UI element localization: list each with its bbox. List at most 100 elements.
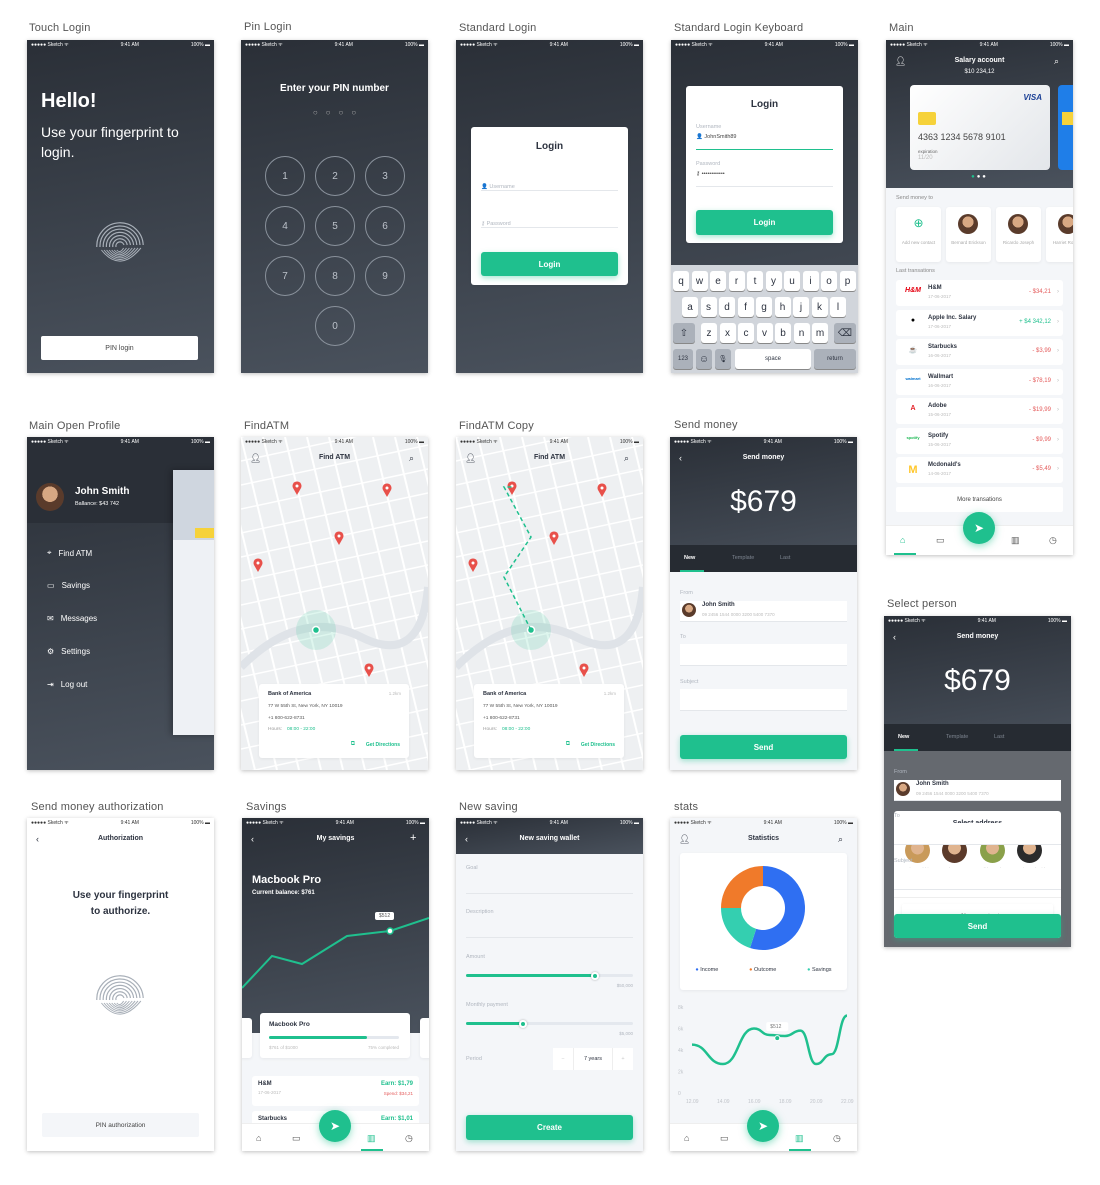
pin-key-1[interactable]: 1 xyxy=(265,156,305,196)
pin-key-5[interactable]: 5 xyxy=(315,206,355,246)
more-transactions-button[interactable]: More transations xyxy=(896,487,1063,512)
atm-info-card[interactable]: Bank of America 1.2km 77 W 55th St, New Yo… xyxy=(259,684,409,758)
nav-clock-icon[interactable]: ◷ xyxy=(833,1133,841,1144)
send-button[interactable]: Send xyxy=(680,735,847,759)
transaction-row[interactable]: M Mcdonald's 14-06-2017 - $5,49 › xyxy=(896,457,1063,483)
key-w[interactable]: w xyxy=(691,271,708,291)
avatar[interactable] xyxy=(36,483,64,511)
key-m[interactable]: m xyxy=(812,323,828,343)
pin-key-7[interactable]: 7 xyxy=(265,256,305,296)
mic-key[interactable]: 🎙︎ xyxy=(715,349,731,369)
tab-template[interactable]: Template xyxy=(732,555,754,561)
nav-card-icon[interactable]: ▭ xyxy=(720,1133,729,1144)
get-directions-link[interactable]: Get Directions xyxy=(366,742,400,748)
key-a[interactable]: a xyxy=(682,297,698,317)
pin-authorization-button[interactable]: PIN authorization xyxy=(42,1113,199,1137)
subject-input[interactable] xyxy=(894,868,1061,890)
get-directions-link[interactable]: Get Directions xyxy=(581,742,615,748)
send-fab-button[interactable]: ➤ xyxy=(319,1110,351,1142)
key-x[interactable]: x xyxy=(719,323,736,343)
menu-item-messages[interactable]: ✉ Messages xyxy=(47,614,97,623)
key-d[interactable]: d xyxy=(719,297,735,317)
tab-last[interactable]: Last xyxy=(994,734,1004,740)
pin-key-2[interactable]: 2 xyxy=(315,156,355,196)
tab-template[interactable]: Template xyxy=(946,734,968,740)
amount[interactable]: $679 xyxy=(670,485,857,519)
key-c[interactable]: c xyxy=(738,323,754,343)
login-button[interactable]: Login xyxy=(481,252,618,276)
increment-icon[interactable]: + xyxy=(613,1056,633,1062)
search-icon[interactable]: ⌕ xyxy=(624,454,629,463)
key-f[interactable]: f xyxy=(737,297,754,317)
nav-home-icon[interactable]: ⌂ xyxy=(256,1133,261,1143)
key-j[interactable]: j xyxy=(793,297,809,317)
nav-home-icon[interactable]: ⌂ xyxy=(900,535,905,545)
send-button[interactable]: Send xyxy=(894,914,1061,938)
menu-item-find-atm[interactable]: ⌖ Find ATM xyxy=(47,548,92,558)
goal-card[interactable]: Macbook Pro $761 of $1000 75% completed xyxy=(260,1013,410,1058)
key-u[interactable]: u xyxy=(784,271,800,291)
nav-stats-icon[interactable]: ▥ xyxy=(795,1133,804,1144)
contact-card[interactable]: Ricardo Joseph xyxy=(996,207,1041,262)
emoji-key[interactable]: ☺ xyxy=(696,349,712,369)
monthly-slider[interactable] xyxy=(466,1019,633,1028)
add-contact-button[interactable]: ⊕ Add new contact xyxy=(896,207,941,262)
send-fab-button[interactable]: ➤ xyxy=(963,512,995,544)
nav-home-icon[interactable]: ⌂ xyxy=(684,1133,689,1143)
key-b[interactable]: b xyxy=(775,323,791,343)
key-h[interactable]: h xyxy=(774,297,791,317)
key-k[interactable]: k xyxy=(811,297,828,317)
search-icon[interactable]: ⌕ xyxy=(838,835,843,844)
decrement-icon[interactable]: − xyxy=(553,1056,573,1062)
from-account-field[interactable]: John Smith 09 2456 1544 0000 3200 5400 73… xyxy=(894,780,1061,801)
pin-login-button[interactable]: PIN login xyxy=(41,336,198,360)
pin-key-9[interactable]: 9 xyxy=(365,256,405,296)
key-s[interactable]: s xyxy=(700,297,717,317)
search-icon[interactable]: ⌕ xyxy=(1054,57,1059,66)
key-o[interactable]: o xyxy=(821,271,837,291)
numbers-key[interactable]: 123 xyxy=(673,349,693,369)
password-input[interactable]: ⚷ Password xyxy=(481,212,618,228)
main-screen-preview[interactable] xyxy=(173,470,214,735)
transaction-row[interactable]: walmart Wallmart 16-06-2017 - $78,19 › xyxy=(896,368,1063,395)
delete-key[interactable]: ⌫ xyxy=(834,323,856,343)
from-account-field[interactable]: John Smith 09 2456 1544 0000 3200 5400 73… xyxy=(680,601,847,622)
create-button[interactable]: Create xyxy=(466,1115,633,1140)
description-input[interactable] xyxy=(466,922,633,938)
amount-slider[interactable] xyxy=(466,971,633,980)
add-icon[interactable]: + xyxy=(410,833,416,844)
pin-key-4[interactable]: 4 xyxy=(265,206,305,246)
subject-input[interactable] xyxy=(680,689,847,711)
tab-new[interactable]: New xyxy=(898,734,909,740)
menu-item-savings[interactable]: ▭ Savings xyxy=(47,581,90,590)
space-key[interactable]: space xyxy=(735,349,811,369)
search-icon[interactable]: ⌕ xyxy=(409,454,414,463)
to-input[interactable] xyxy=(680,644,847,666)
pin-key-3[interactable]: 3 xyxy=(365,156,405,196)
to-input[interactable] xyxy=(894,823,1061,845)
transaction-row[interactable]: H&M H&M 17-06-2017 - $34,21 › xyxy=(896,280,1063,306)
fingerprint-icon[interactable] xyxy=(95,220,145,275)
transaction-row[interactable]: ☕ Starbucks 16-06-2017 - $3,99 › xyxy=(896,339,1063,365)
login-button[interactable]: Login xyxy=(696,210,833,235)
amount[interactable]: $679 xyxy=(884,664,1071,698)
nav-stats-icon[interactable]: ▥ xyxy=(367,1133,376,1144)
transaction-row[interactable]: spotify Spotify 15-06-2017 - $9,99 › xyxy=(896,427,1063,454)
username-input[interactable]: 👤 Username xyxy=(481,175,618,191)
fingerprint-icon[interactable] xyxy=(95,973,145,1028)
period-stepper[interactable]: − 7 years + xyxy=(553,1048,633,1070)
pin-key-6[interactable]: 6 xyxy=(365,206,405,246)
atm-info-card[interactable]: Bank of America 1.2km 77 W 55th St, New Yo… xyxy=(474,684,624,758)
transaction-row[interactable]: ● Apple Inc. Salary 17-06-2017 + $4 342,12 › xyxy=(896,309,1063,336)
menu-item-settings[interactable]: ⚙ Settings xyxy=(47,647,90,656)
key-z[interactable]: z xyxy=(701,323,717,343)
tab-last[interactable]: Last xyxy=(780,555,790,561)
key-e[interactable]: e xyxy=(710,271,726,291)
pin-key-8[interactable]: 8 xyxy=(315,256,355,296)
card-pager-dots[interactable]: ●●● xyxy=(886,174,1073,180)
key-y[interactable]: y xyxy=(765,271,782,291)
nav-clock-icon[interactable]: ◷ xyxy=(1049,535,1057,546)
nav-card-icon[interactable]: ▭ xyxy=(292,1133,301,1144)
return-key[interactable]: return xyxy=(814,349,856,369)
key-g[interactable]: g xyxy=(756,297,772,317)
